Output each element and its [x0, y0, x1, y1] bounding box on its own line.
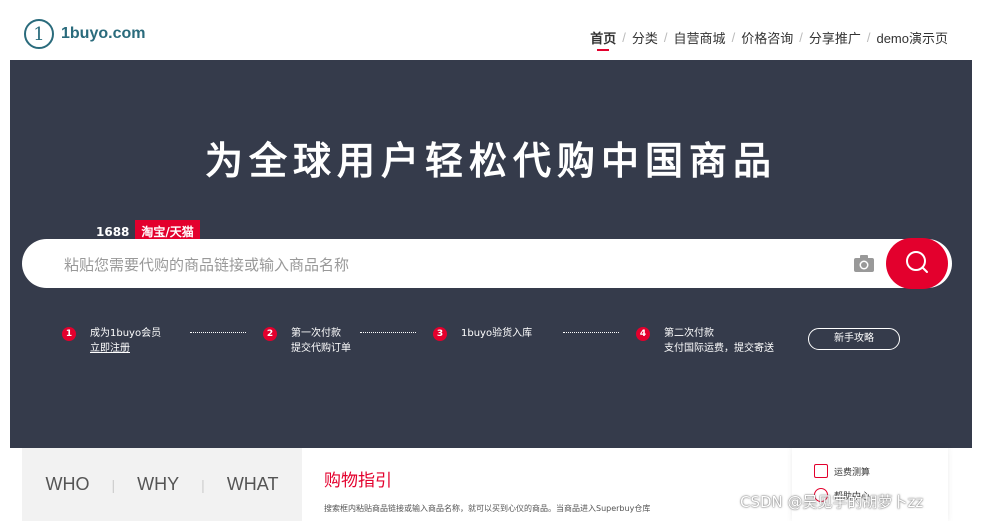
shipping-calc-link[interactable]: 运费测算	[814, 464, 870, 478]
nav-share-promote[interactable]: 分享推广	[809, 28, 861, 47]
register-link[interactable]: 立即注册	[90, 341, 161, 356]
shopping-guide-description: 搜索框内粘贴商品链接或输入商品名称，就可以买到心仪的商品。当商品进入Superb…	[324, 504, 651, 513]
top-header: 1 1buyo.com 首页 / 分类 / 自营商城 / 价格咨询 / 分享推广…	[0, 0, 984, 60]
step-number: 4	[636, 327, 650, 341]
nav-demo[interactable]: demo演示页	[876, 28, 948, 47]
hero-title: 为全球用户轻松代购中国商品	[204, 139, 777, 183]
watermark: CSDN @吴见宇的胡萝卜zz	[740, 493, 924, 511]
step-2: 2 第一次付款 提交代购订单	[263, 326, 351, 356]
tab-what[interactable]: WHAT	[227, 474, 279, 495]
step-1: 1 成为1buyo会员 立即注册	[62, 326, 161, 356]
step-3: 3 1buyo验货入库	[433, 326, 532, 341]
logo-mark: 1	[24, 19, 54, 49]
search-input[interactable]	[62, 239, 826, 290]
nav-separator: /	[663, 30, 668, 45]
step-number: 1	[62, 327, 76, 341]
nav-separator: /	[799, 30, 803, 45]
logo-text: 1buyo.com	[61, 25, 146, 42]
beginner-guide-button[interactable]: 新手攻略	[808, 328, 900, 350]
step-title: 1buyo验货入库	[461, 328, 533, 339]
divider: |	[111, 476, 116, 493]
nav-separator: /	[731, 30, 736, 45]
who-why-what-tabs: WHO | WHY | WHAT	[22, 448, 302, 521]
side-item-label: 运费测算	[834, 467, 871, 478]
search-bar	[22, 239, 952, 290]
nav-home[interactable]: 首页	[590, 28, 616, 51]
site-logo[interactable]: 1 1buyo.com	[24, 19, 145, 49]
nav-separator: /	[866, 30, 871, 45]
step-connector	[563, 332, 619, 333]
tab-who[interactable]: WHO	[46, 474, 90, 495]
nav-separator: /	[622, 30, 626, 45]
step-4: 4 第二次付款 支付国际运费，提交寄送	[636, 326, 774, 356]
search-button[interactable]	[886, 238, 948, 289]
shopping-guide-title: 购物指引	[324, 471, 392, 491]
tab-why[interactable]: WHY	[137, 474, 179, 495]
step-number: 2	[263, 327, 277, 341]
shipping-calc-icon	[814, 464, 828, 478]
step-connector	[190, 332, 246, 333]
nav-price-inquiry[interactable]: 价格咨询	[741, 28, 793, 47]
camera-icon[interactable]	[853, 253, 875, 273]
hero-banner: 为全球用户轻松代购中国商品 1688 淘宝/天猫 1 成为1buyo会	[10, 60, 972, 448]
step-title: 第二次付款	[664, 328, 714, 339]
step-subtitle: 提交代购订单	[291, 343, 351, 354]
step-number: 3	[433, 327, 447, 341]
step-title: 第一次付款	[291, 328, 341, 339]
step-connector	[360, 332, 416, 333]
search-icon	[904, 249, 930, 279]
divider: |	[201, 476, 205, 493]
step-subtitle: 支付国际运费，提交寄送	[664, 343, 774, 354]
main-nav: 首页 / 分类 / 自营商城 / 价格咨询 / 分享推广 / demo演示页	[590, 28, 948, 51]
nav-category[interactable]: 分类	[632, 28, 658, 47]
nav-self-mall[interactable]: 自营商城	[674, 28, 726, 47]
step-title: 成为1buyo会员	[90, 328, 162, 339]
